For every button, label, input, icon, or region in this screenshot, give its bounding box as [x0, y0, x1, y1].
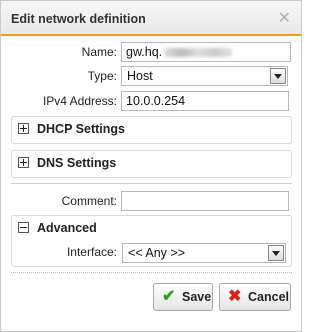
save-button-label: Save	[182, 290, 212, 304]
close-icon[interactable]: ✕	[278, 8, 291, 28]
dhcp-section-title: DHCP Settings	[37, 122, 125, 136]
dialog-title: Edit network definition	[11, 12, 146, 26]
name-value: gw.hq.	[126, 45, 163, 59]
interface-select[interactable]: << Any >>	[122, 243, 286, 263]
dns-section-header[interactable]: DNS Settings	[18, 153, 116, 173]
dropdown-arrow-icon[interactable]	[268, 245, 284, 261]
type-select[interactable]: Host	[121, 66, 288, 86]
expand-icon[interactable]	[18, 123, 29, 134]
cancel-button[interactable]: ✖ Cancel	[219, 283, 291, 311]
advanced-section: Advanced Interface: << Any >>	[11, 215, 292, 267]
save-button[interactable]: ✔ Save	[153, 283, 213, 311]
interface-value: << Any >>	[128, 246, 185, 260]
dropdown-arrow-icon[interactable]	[270, 68, 286, 84]
advanced-section-title: Advanced	[37, 221, 97, 235]
comment-field[interactable]	[121, 191, 289, 211]
footer-divider	[11, 272, 292, 273]
ipv4-label: IPv4 Address:	[42, 94, 117, 108]
dns-section-title: DNS Settings	[37, 156, 117, 170]
redacted-text	[164, 48, 233, 58]
dialog-titlebar: Edit network definition ✕	[1, 1, 301, 36]
type-value: Host	[127, 69, 153, 83]
collapse-icon[interactable]	[18, 222, 29, 233]
checkmark-icon: ✔	[162, 288, 176, 305]
dns-section: DNS Settings	[11, 150, 292, 178]
expand-icon[interactable]	[18, 157, 29, 168]
edit-network-dialog: Edit network definition ✕ Name: gw.hq. T…	[0, 0, 302, 332]
ipv4-field[interactable]: 10.0.0.254	[121, 91, 289, 111]
cancel-button-label: Cancel	[248, 290, 289, 304]
comment-label: Comment:	[61, 194, 117, 208]
name-label: Name:	[81, 45, 117, 59]
divider	[11, 183, 292, 184]
dhcp-section-header[interactable]: DHCP Settings	[18, 119, 125, 139]
name-field[interactable]: gw.hq.	[121, 42, 291, 62]
dhcp-section: DHCP Settings	[11, 116, 292, 144]
x-icon: ✖	[228, 288, 242, 305]
interface-label: Interface:	[66, 245, 117, 259]
advanced-section-header[interactable]: Advanced	[18, 218, 97, 238]
ipv4-value: 10.0.0.254	[126, 94, 186, 108]
type-label: Type:	[87, 69, 117, 83]
